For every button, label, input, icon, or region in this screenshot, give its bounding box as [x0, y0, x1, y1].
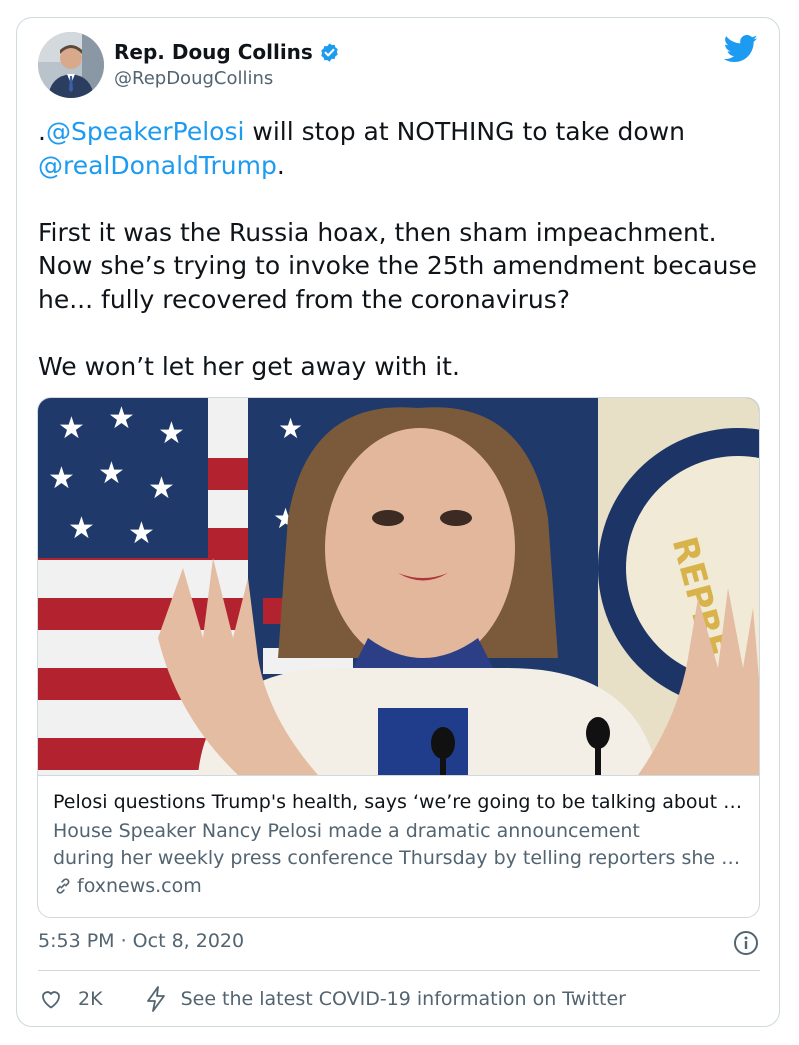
mention-realdonaldtrump-link[interactable]: @realDonaldTrump	[38, 151, 277, 180]
actions-divider	[38, 970, 760, 971]
link-preview-description-line2: during her weekly press conference Thurs…	[53, 847, 749, 869]
tweet-text-part1: will stop at NOTHING to take down	[244, 117, 693, 146]
link-preview-title[interactable]: Pelosi questions Trump's health, says ‘w…	[53, 791, 749, 813]
covid-info-link[interactable]: See the latest COVID-19 information on T…	[145, 986, 626, 1012]
twitter-bird-icon[interactable]	[724, 34, 758, 64]
avatar[interactable]	[38, 32, 104, 98]
svg-text:★: ★	[68, 511, 95, 546]
svg-text:★: ★	[48, 461, 75, 496]
svg-text:★: ★	[148, 471, 175, 506]
tweet-actions: 2K See the latest COVID-19 information o…	[38, 986, 626, 1012]
link-icon	[56, 878, 70, 894]
tweet-text-part2: . First it was the Russia hoax, then sha…	[38, 150, 757, 381]
heart-icon	[42, 991, 60, 1009]
lightning-icon	[146, 986, 165, 1012]
like-count: 2K	[78, 988, 103, 1010]
svg-text:★: ★	[108, 401, 135, 436]
link-preview-domain-text: foxnews.com	[77, 875, 202, 897]
tweet-timestamp[interactable]: 5:53 PM · Oct 8, 2020	[38, 930, 244, 952]
author-name[interactable]: Rep. Doug Collins	[114, 40, 313, 64]
svg-text:★: ★	[128, 516, 155, 551]
tweet-text: .@SpeakerPelosi will stop at NOTHING to …	[38, 115, 768, 383]
tweet-text-prefix: .	[38, 117, 46, 146]
covid-info-label: See the latest COVID-19 information on T…	[180, 988, 626, 1010]
author-name-row[interactable]: Rep. Doug Collins	[114, 40, 340, 64]
info-icon[interactable]	[733, 930, 759, 956]
svg-text:★: ★	[158, 416, 185, 451]
link-preview-image[interactable]: ★ ★ ★ ★ ★ ★ ★ ★ ★ ★ ★ ★	[38, 398, 759, 775]
author-handle[interactable]: @RepDougCollins	[114, 68, 273, 89]
svg-text:★: ★	[58, 411, 85, 446]
link-preview-description: House Speaker Nancy Pelosi made a dramat…	[53, 818, 749, 872]
mention-speakerpelosi-link[interactable]: @SpeakerPelosi	[46, 117, 244, 146]
preview-divider	[38, 775, 759, 776]
like-button[interactable]: 2K	[38, 987, 103, 1011]
verified-badge-icon	[321, 42, 338, 62]
link-preview-description-line1: House Speaker Nancy Pelosi made a dramat…	[53, 820, 640, 842]
link-preview-card[interactable]: ★ ★ ★ ★ ★ ★ ★ ★ ★ ★ ★ ★	[37, 397, 760, 918]
link-preview-domain[interactable]: foxnews.com	[53, 875, 202, 897]
svg-text:★: ★	[278, 412, 303, 445]
svg-text:★: ★	[98, 456, 125, 491]
